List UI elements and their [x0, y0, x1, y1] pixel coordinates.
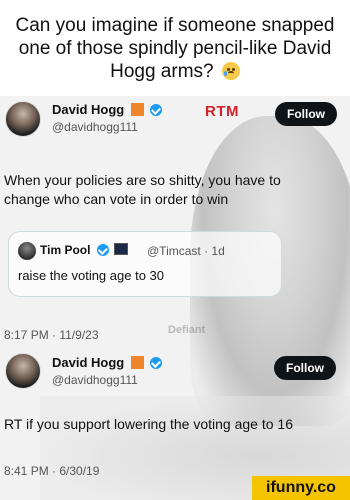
tweet-timestamp[interactable]: 8:17 PM · 11/9/23: [4, 328, 99, 342]
crying-face-icon: [221, 62, 240, 81]
author-handle[interactable]: @davidhogg111: [52, 120, 138, 134]
watermark: Defiant: [168, 324, 206, 336]
tweet-text: RT if you support lowering the voting ag…: [4, 416, 293, 432]
verified-badge-icon: [150, 357, 163, 369]
author-handle[interactable]: @davidhogg111: [52, 373, 138, 387]
caption-text: Can you imagine if someone snapped one o…: [15, 14, 335, 82]
quoted-tweet[interactable]: Tim Pool @Timcast · 1d raise the voting …: [8, 231, 282, 297]
quoted-author-name-text: Tim Pool: [40, 243, 91, 257]
flag-icon: [114, 243, 129, 255]
author-name[interactable]: David Hogg: [52, 355, 163, 370]
avatar[interactable]: [5, 353, 41, 389]
tweet-text: When your policies are so shitty, you ha…: [4, 172, 281, 207]
author-name-text: David Hogg: [52, 355, 125, 370]
tweet-1: David Hogg @davidhogg111 RTM Follow When…: [0, 96, 350, 346]
author-name[interactable]: David Hogg: [52, 102, 163, 117]
quoted-author-name: Tim Pool: [40, 243, 129, 257]
verified-badge-icon: [96, 244, 109, 256]
follow-button[interactable]: Follow: [274, 356, 336, 380]
verified-badge-icon: [150, 104, 163, 116]
quoted-tweet-text: raise the voting age to 30: [18, 268, 164, 283]
flag-icon: [130, 356, 144, 369]
follow-button[interactable]: Follow: [275, 102, 337, 126]
avatar[interactable]: [5, 101, 41, 137]
tweet-timestamp[interactable]: 8:41 PM · 6/30/19: [4, 464, 99, 478]
avatar: [18, 242, 36, 260]
rtm-logo: RTM: [205, 103, 239, 120]
author-name-text: David Hogg: [52, 102, 125, 117]
ifunny-watermark: ifunny.co: [252, 476, 350, 500]
meme-caption: Can you imagine if someone snapped one o…: [0, 0, 350, 96]
flag-icon: [130, 103, 144, 116]
quoted-author-handle: @Timcast · 1d: [147, 244, 225, 258]
tweet-composite-image: David Hogg @davidhogg111 RTM Follow When…: [0, 96, 350, 500]
